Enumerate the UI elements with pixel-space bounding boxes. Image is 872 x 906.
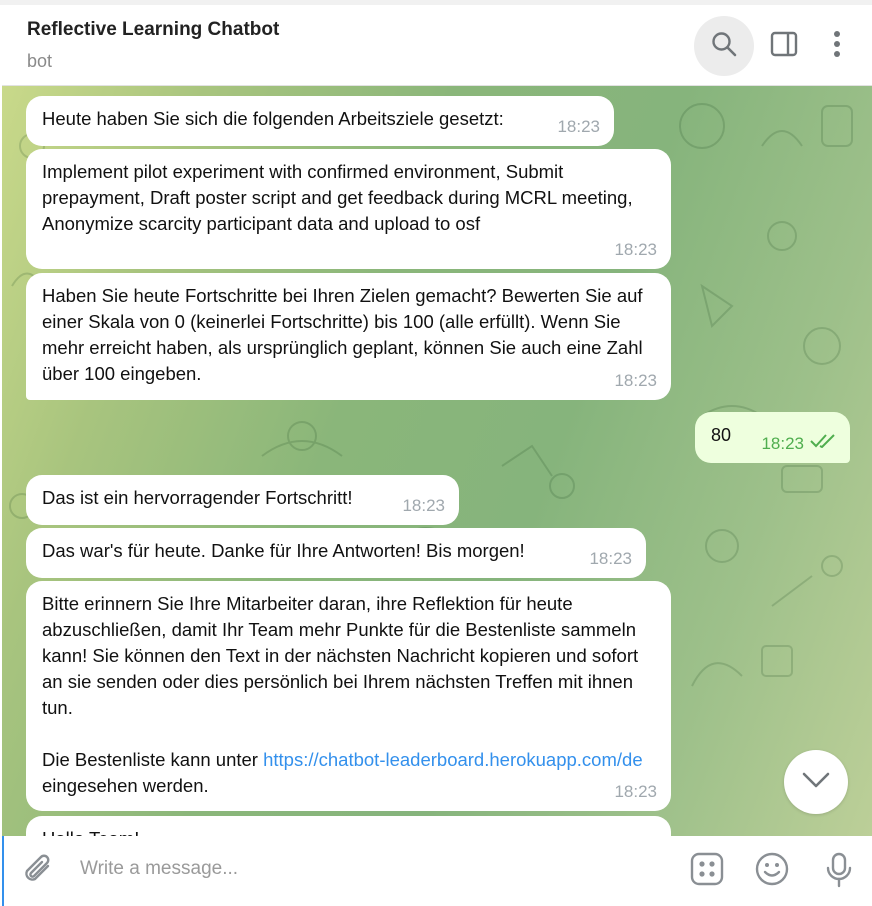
message-time: 18:23	[589, 549, 632, 568]
message-text: Das ist ein hervorragender Fortschritt!	[42, 487, 353, 508]
message-text: Implement pilot experiment with confirme…	[42, 161, 633, 234]
message-bubble[interactable]: Bitte erinnern Sie Ihre Mitarbeiter dara…	[26, 581, 671, 811]
message-time: 18:23	[614, 782, 657, 801]
message-time: 18:23	[402, 496, 445, 515]
message-bubble[interactable]: Hallo Team!	[26, 816, 671, 836]
outgoing-message-bubble[interactable]: 80 18:23	[695, 412, 850, 463]
message-bubble[interactable]: Das war's für heute. Danke für Ihre Antw…	[26, 528, 646, 578]
chat-subtitle: bot	[27, 51, 53, 71]
message-text-part: Die Bestenliste kann unter	[42, 749, 264, 770]
leaderboard-link[interactable]: https://chatbot-leaderboard.herokuapp.co…	[263, 749, 643, 770]
message-input[interactable]	[80, 854, 640, 884]
message-bubble[interactable]: Heute haben Sie sich die folgenden Arbei…	[26, 96, 614, 146]
chat-header: Reflective Learning Chatbot bot	[2, 5, 872, 86]
message-second-paragraph: Die Bestenliste kann unter https://chatb…	[42, 747, 655, 799]
sidebar-toggle-icon	[770, 31, 798, 62]
message-time: 18:23	[614, 240, 657, 259]
message-time: 18:23	[761, 434, 804, 453]
message-text: Haben Sie heute Fortschritte bei Ihren Z…	[42, 285, 643, 384]
message-text: Bitte erinnern Sie Ihre Mitarbeiter dara…	[42, 593, 639, 718]
chevron-down-icon	[801, 771, 831, 794]
microphone-icon[interactable]	[824, 852, 854, 893]
message-text-part: eingesehen werden.	[42, 775, 209, 796]
read-checkmarks-icon	[810, 429, 836, 455]
scroll-to-bottom-button[interactable]	[784, 750, 848, 814]
sidebar-toggle-button[interactable]	[754, 16, 814, 76]
chat-title[interactable]: Reflective Learning Chatbot	[27, 19, 279, 41]
search-button[interactable]	[694, 16, 754, 76]
message-text: Hallo Team!	[42, 826, 655, 836]
message-composer	[2, 836, 872, 906]
message-bubble[interactable]: Das ist ein hervorragender Fortschritt! …	[26, 475, 459, 525]
search-icon	[710, 30, 738, 63]
emoji-icon[interactable]	[755, 852, 789, 891]
bot-commands-icon[interactable]	[690, 852, 724, 891]
message-list[interactable]: Heute haben Sie sich die folgenden Arbei…	[2, 86, 872, 836]
more-options-button[interactable]	[807, 16, 867, 76]
message-text: Heute haben Sie sich die folgenden Arbei…	[42, 108, 504, 129]
message-bubble[interactable]: Haben Sie heute Fortschritte bei Ihren Z…	[26, 273, 671, 400]
message-text: Das war's für heute. Danke für Ihre Antw…	[42, 540, 525, 561]
message-time: 18:23	[614, 371, 657, 390]
message-bubble[interactable]: Implement pilot experiment with confirme…	[26, 149, 671, 269]
paperclip-icon[interactable]	[22, 852, 56, 893]
more-options-icon	[833, 30, 841, 63]
message-time: 18:23	[557, 117, 600, 136]
